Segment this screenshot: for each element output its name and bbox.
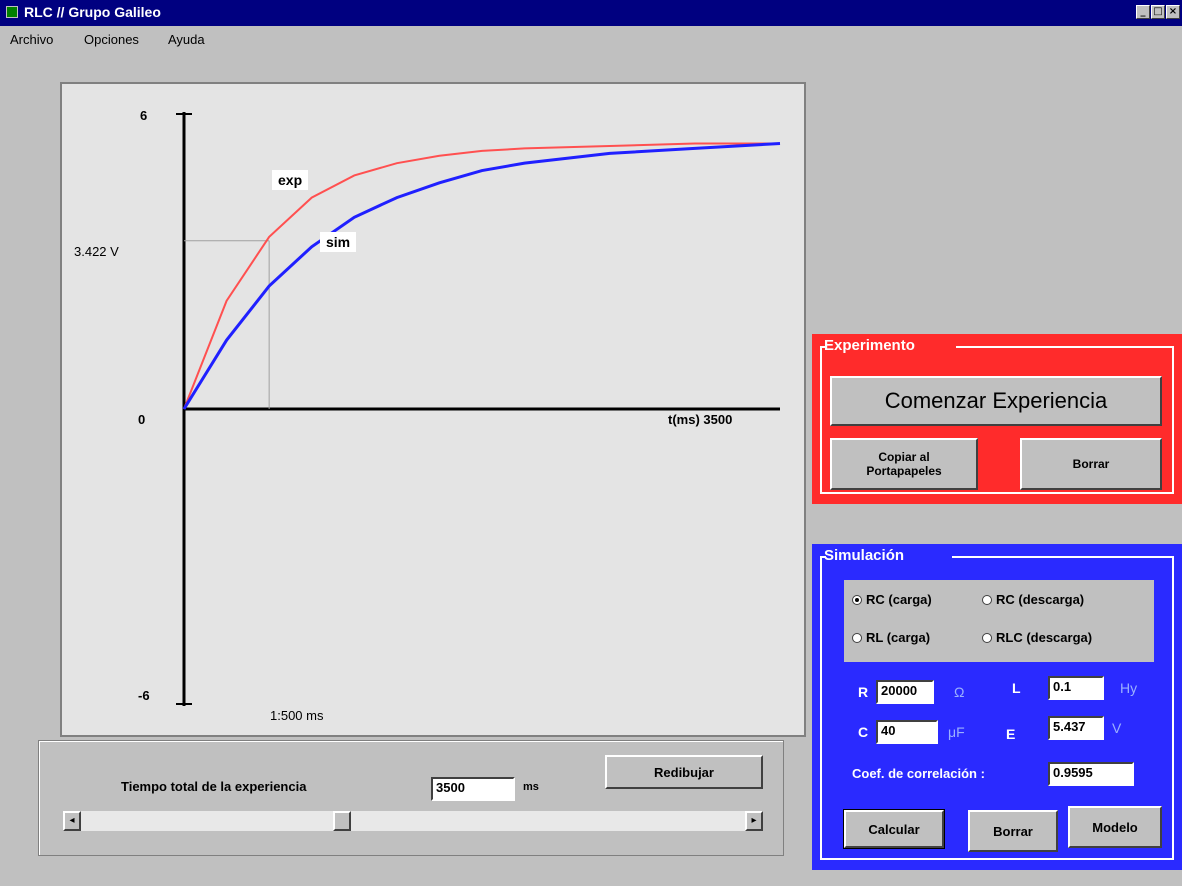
menu-bar: Archivo Opciones Ayuda: [0, 26, 1182, 50]
y-min-label: -6: [138, 688, 150, 703]
l-input[interactable]: 0.1: [1048, 676, 1104, 700]
correlation-label: Coef. de correlación :: [852, 766, 985, 781]
c-input[interactable]: 40: [876, 720, 938, 744]
r-label: R: [858, 684, 869, 700]
l-label: L: [1012, 680, 1021, 696]
r-unit: Ω: [954, 684, 965, 700]
close-button[interactable]: ×: [1166, 5, 1180, 19]
minimize-button[interactable]: _: [1136, 5, 1150, 19]
model-button[interactable]: Modelo: [1068, 806, 1162, 848]
circuit-type-group: RC (carga) RC (descarga) RL (carga) RLC …: [844, 580, 1154, 662]
radio-rc-descarga-label: RC (descarga): [996, 592, 1085, 607]
r-input[interactable]: 20000: [876, 680, 934, 704]
radio-rlc-descarga-label: RLC (descarga): [996, 630, 1093, 645]
time-scrollbar[interactable]: ◂ ▸: [63, 811, 763, 831]
correlation-value: 0.9595: [1048, 762, 1134, 786]
series-exp-tag: exp: [272, 170, 309, 190]
plot-svg: [176, 112, 781, 706]
redraw-button[interactable]: Redibujar: [605, 755, 763, 789]
radio-rl-carga[interactable]: RL (carga): [852, 630, 930, 645]
radio-rlc-descarga-dot: [982, 632, 992, 643]
simulacion-frame-right: [952, 556, 1174, 558]
total-time-label: Tiempo total de la experiencia: [121, 779, 307, 794]
title-bar: RLC // Grupo Galileo _ □ ×: [0, 0, 1182, 26]
scroll-left-button[interactable]: ◂: [63, 811, 81, 831]
app-icon[interactable]: [6, 6, 18, 18]
maximize-button[interactable]: □: [1151, 5, 1165, 19]
experimento-frame-right: [956, 346, 1174, 348]
scale-label: 1:500 ms: [270, 708, 324, 723]
radio-rl-carga-label: RL (carga): [866, 630, 931, 645]
experimento-panel: Experimento Comenzar Experiencia Copiar …: [812, 334, 1182, 504]
scroll-right-button[interactable]: ▸: [745, 811, 763, 831]
radio-rc-carga-dot: [852, 594, 862, 605]
calculate-button[interactable]: Calcular: [843, 809, 945, 849]
copy-button-line2: Portapapeles: [866, 464, 942, 478]
experimento-title: Experimento: [824, 337, 915, 354]
radio-rlc-descarga[interactable]: RLC (descarga): [982, 630, 1092, 645]
total-time-unit: ms: [523, 781, 539, 793]
total-time-input[interactable]: 3500: [431, 777, 515, 801]
radio-rl-carga-dot: [852, 632, 862, 643]
y-zero-label: 0: [138, 412, 146, 427]
l-unit: Hy: [1120, 680, 1138, 696]
e-input[interactable]: 5.437: [1048, 716, 1104, 740]
series-sim-tag: sim: [320, 232, 357, 252]
cursor-value-label: 3.422 V: [74, 244, 119, 259]
simulacion-panel: Simulación RC (carga) RC (descarga) RL (…: [812, 544, 1182, 870]
simulacion-title: Simulación: [824, 547, 905, 564]
copy-button-line1: Copiar al: [878, 450, 930, 464]
window-title: RLC // Grupo Galileo: [24, 4, 161, 20]
radio-rc-carga[interactable]: RC (carga): [852, 592, 932, 607]
x-axis-label: t(ms) 3500: [668, 412, 733, 427]
experiment-clear-button[interactable]: Borrar: [1020, 438, 1162, 490]
start-experiment-button[interactable]: Comenzar Experiencia: [830, 376, 1162, 426]
time-control-panel: Tiempo total de la experiencia 3500 ms R…: [38, 740, 784, 856]
radio-rc-descarga-dot: [982, 594, 992, 605]
y-max-label: 6: [140, 108, 148, 123]
c-label: C: [858, 724, 869, 740]
menu-opciones[interactable]: Opciones: [84, 32, 139, 47]
scroll-thumb[interactable]: [333, 811, 351, 831]
radio-rc-descarga[interactable]: RC (descarga): [982, 592, 1084, 607]
menu-archivo[interactable]: Archivo: [10, 32, 53, 47]
c-unit: μF: [948, 724, 965, 740]
e-unit: V: [1112, 720, 1122, 736]
copy-clipboard-button[interactable]: Copiar al Portapapeles: [830, 438, 978, 490]
menu-ayuda[interactable]: Ayuda: [168, 32, 205, 47]
radio-rc-carga-label: RC (carga): [866, 592, 932, 607]
simulation-clear-button[interactable]: Borrar: [968, 810, 1058, 852]
e-label: E: [1006, 726, 1016, 742]
graph-area[interactable]: 6 3.422 V 0 -6 t(ms) 3500 1:500 ms exp s…: [60, 82, 806, 737]
